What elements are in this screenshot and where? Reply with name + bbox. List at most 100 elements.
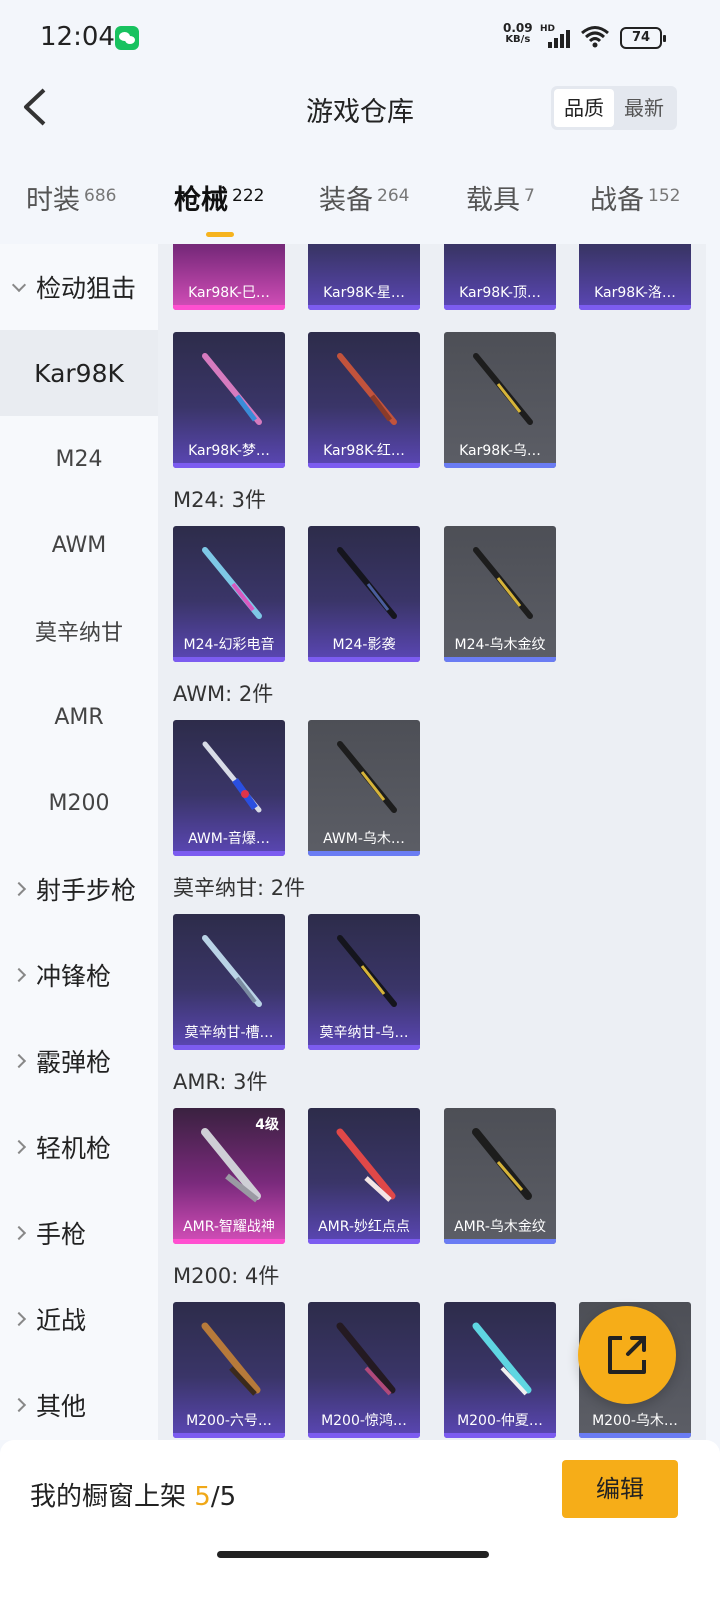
sidebar-item-lmg[interactable]: 轻机枪 [0, 1104, 158, 1190]
rifle-icon [473, 547, 533, 619]
tab-count: 152 [648, 186, 681, 206]
sort-latest-button[interactable]: 最新 [614, 89, 674, 127]
skin-card[interactable]: M200-仲夏… [444, 1302, 556, 1438]
active-tab-indicator [206, 232, 234, 237]
skin-card[interactable]: AMR-乌木金纹 [444, 1108, 556, 1244]
sidebar-item-smg[interactable]: 冲锋枪 [0, 932, 158, 1018]
sidebar-item-label: 冲锋枪 [36, 962, 112, 991]
tab-count: 264 [377, 186, 410, 206]
section-label: AMR: 3件 [173, 1070, 268, 1094]
tab-fashion[interactable]: 时装 686 [26, 178, 116, 217]
tab-label: 载具 [466, 185, 520, 216]
sidebar-item-label: 检动狙击 [36, 274, 137, 303]
tab-count: 686 [84, 186, 117, 206]
tab-vehicles[interactable]: 载具 7 [466, 178, 535, 217]
tab-label: 枪械 [174, 185, 228, 216]
skin-card[interactable]: Kar98K-巳… [173, 244, 285, 310]
skin-card[interactable]: 莫辛纳甘-乌… [308, 914, 420, 1050]
skin-name: AMR-智耀战神 [183, 1219, 275, 1235]
skin-card[interactable]: AWM-乌木… [308, 720, 420, 856]
weapon-category-sidebar: 检动狙击 Kar98K M24 AWM 莫辛纳甘 AMR M200 射手步枪 冲… [0, 244, 158, 1440]
skin-card[interactable]: M24-乌木金纹 [444, 526, 556, 662]
skin-card[interactable]: 莫辛纳甘-槽… [173, 914, 285, 1050]
sidebar-item-m24[interactable]: M24 [0, 416, 158, 502]
sidebar-item-label: 莫辛纳甘 [34, 621, 123, 646]
sidebar-item-shotgun[interactable]: 霰弹枪 [0, 1018, 158, 1104]
sidebar-item-label: AMR [54, 704, 104, 730]
sidebar-item-label: M200 [48, 790, 110, 816]
sidebar-item-label: 轻机枪 [36, 1134, 112, 1163]
skin-card[interactable]: M24-幻彩电音 [173, 526, 285, 662]
skin-name: Kar98K-顶… [459, 285, 541, 301]
rifle-icon [202, 547, 262, 619]
sidebar-item-label: 手枪 [36, 1220, 87, 1249]
skin-name: Kar98K-巳… [188, 285, 270, 301]
sidebar-item-kar98k[interactable]: Kar98K [0, 330, 158, 416]
skin-name: M24-影袭 [332, 637, 396, 653]
sidebar-item-pistol[interactable]: 手枪 [0, 1190, 158, 1276]
sidebar-item-label: 其他 [36, 1392, 87, 1421]
skin-card[interactable]: Kar98K-乌… [444, 332, 556, 468]
wechat-icon [115, 26, 139, 50]
sort-quality-button[interactable]: 品质 [554, 89, 614, 127]
signal-icon [548, 28, 572, 48]
share-button[interactable] [578, 1306, 676, 1404]
sidebar-item-m200[interactable]: M200 [0, 760, 158, 846]
skin-card[interactable]: M24-影袭 [308, 526, 420, 662]
section-label: AWM: 2件 [173, 682, 274, 706]
showcase-current: 5 [194, 1482, 211, 1512]
skin-card[interactable]: 4级 AMR-智耀战神 [173, 1108, 285, 1244]
skin-card[interactable]: Kar98K-红… [308, 332, 420, 468]
sidebar-item-awm[interactable]: AWM [0, 502, 158, 588]
tab-supplies[interactable]: 战备 152 [590, 178, 680, 217]
wifi-icon [581, 26, 609, 48]
sidebar-item-label: M24 [55, 446, 103, 472]
skin-card[interactable]: M200-六号… [173, 1302, 285, 1438]
section-label: M200: 4件 [173, 1264, 280, 1288]
sidebar-item-label: 近战 [36, 1306, 87, 1335]
category-tabs: 时装 686 枪械 222 装备 264 载具 7 战备 152 [0, 170, 720, 240]
rifle-icon [472, 1128, 532, 1200]
chevron-right-icon [11, 967, 27, 983]
skin-card[interactable]: AMR-妙红点点 [308, 1108, 420, 1244]
sidebar-item-marksman[interactable]: 射手步枪 [0, 846, 158, 932]
chevron-right-icon [11, 1139, 27, 1155]
chevron-right-icon [11, 1397, 27, 1413]
skin-name: Kar98K-乌… [459, 443, 541, 459]
skin-name: Kar98K-梦… [188, 443, 270, 459]
section-label: 莫辛纳甘: 2件 [173, 876, 306, 900]
skin-name: M24-乌木金纹 [454, 637, 546, 653]
home-indicator[interactable] [217, 1551, 489, 1558]
sidebar-item-label: 霰弹枪 [36, 1048, 112, 1077]
sidebar-item-mosin[interactable]: 莫辛纳甘 [0, 588, 158, 674]
tab-equipment[interactable]: 装备 264 [319, 178, 409, 217]
skin-card[interactable]: AWM-音爆… [173, 720, 285, 856]
rifle-icon [201, 1322, 261, 1396]
sidebar-item-other[interactable]: 其他 [0, 1362, 158, 1448]
sidebar-item-label: AWM [51, 532, 107, 558]
chevron-right-icon [11, 881, 27, 897]
edit-button[interactable]: 编辑 [562, 1460, 678, 1518]
tab-count: 7 [524, 186, 535, 206]
skin-card[interactable]: Kar98K-洛… [579, 244, 691, 310]
sidebar-item-bolt-sniper[interactable]: 检动狙击 [0, 244, 158, 330]
battery-icon: 74 [620, 27, 666, 49]
skin-name: M200-惊鸿… [321, 1413, 407, 1429]
tab-guns[interactable]: 枪械 222 [174, 178, 264, 237]
skin-name: M200-六号… [186, 1413, 272, 1429]
tab-label: 时装 [26, 185, 80, 216]
chevron-right-icon [11, 1225, 27, 1241]
skin-card[interactable]: Kar98K-梦… [173, 332, 285, 468]
skin-name: AMR-妙红点点 [318, 1219, 410, 1235]
sidebar-item-amr[interactable]: AMR [0, 674, 158, 760]
skin-card[interactable]: Kar98K-星… [308, 244, 420, 310]
tab-label: 战备 [590, 185, 644, 216]
sidebar-item-melee[interactable]: 近战 [0, 1276, 158, 1362]
rifle-icon [472, 1322, 532, 1396]
skin-name: 莫辛纳甘-乌… [319, 1025, 409, 1041]
skin-card[interactable]: M200-惊鸿… [308, 1302, 420, 1438]
status-bar: 12:04 0.09 KB/s HD 74 [0, 0, 720, 76]
skin-card[interactable]: Kar98K-顶… [444, 244, 556, 310]
weapon-skin-grid: Kar98K-巳… Kar98K-星… Kar98K-顶… Kar98K-洛… … [158, 244, 706, 1440]
skin-name: M200-乌木… [592, 1413, 678, 1429]
